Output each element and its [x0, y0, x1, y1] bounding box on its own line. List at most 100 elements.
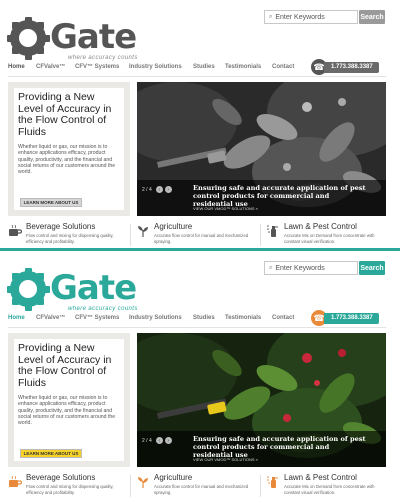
- feature-desc: Flow control and mixing for dispensing q…: [26, 484, 114, 495]
- gear-tooth: [42, 34, 50, 42]
- feature-desc: Flow control and mixing for dispensing q…: [26, 233, 114, 244]
- gear-tooth: [37, 272, 45, 280]
- feature-title: Beverage Solutions: [26, 473, 96, 482]
- feature-desc: Accurate flow control for manual and mec…: [154, 233, 249, 244]
- main-nav: Home CFValve™ CFV™ Systems Industry Solu…: [8, 315, 308, 325]
- hero-link[interactable]: VIEW OUR VMOD™ SOLUTIONS »: [193, 457, 258, 462]
- nav-item-contact[interactable]: Contact: [272, 315, 294, 321]
- nav-item-industry-solutions[interactable]: Industry Solutions: [129, 315, 182, 321]
- slide-controls: 2 / 4 ‹ ›: [142, 186, 172, 193]
- logo[interactable]: Gate where accuracy counts: [6, 263, 140, 313]
- gear-tooth: [11, 21, 19, 29]
- slide-indicator: 2 / 4: [142, 437, 152, 444]
- nav-item-cfvalve[interactable]: CFValve™: [36, 64, 65, 70]
- promo-panel: Providing a New Level of Accuracy in the…: [8, 333, 130, 467]
- page-version-color: Gate where accuracy counts ⌕ Enter Keywo…: [0, 251, 400, 500]
- phone-number[interactable]: ☎ 1.773.388.3387: [311, 59, 379, 75]
- nav-item-industry-solutions[interactable]: Industry Solutions: [129, 64, 182, 70]
- feature-divider: [260, 475, 261, 497]
- gear-tooth: [6, 285, 14, 293]
- search-icon: ⌕: [269, 264, 273, 271]
- spray-nozzle-icon: [266, 475, 280, 489]
- nav-item-cfv-systems[interactable]: CFV™ Systems: [75, 64, 119, 70]
- phone-number-text: 1.773.388.3387: [324, 312, 379, 324]
- sprout-icon: [136, 475, 150, 489]
- coffee-cup-icon: [8, 224, 23, 238]
- feature-lawn-pest[interactable]: Lawn & Pest Control Accurate Mix on Dema…: [266, 222, 386, 248]
- gear-tooth: [6, 34, 14, 42]
- hero-caption: 2 / 4 ‹ › Ensuring safe and accurate app…: [137, 431, 386, 467]
- slide-indicator: 2 / 4: [142, 186, 152, 193]
- search-button[interactable]: Search: [359, 10, 385, 24]
- feature-agriculture[interactable]: Agriculture Accurate flow control for ma…: [136, 222, 254, 248]
- hero-slider: 2 / 4 ‹ › Ensuring safe and accurate app…: [137, 333, 386, 467]
- chevron-right-icon[interactable]: ›: [164, 186, 172, 193]
- logo-tagline: where accuracy counts: [68, 306, 138, 312]
- gear-tooth: [37, 47, 45, 55]
- nav-divider: [8, 76, 386, 77]
- gear-tooth: [11, 298, 19, 306]
- feature-agriculture[interactable]: Agriculture Accurate flow control for ma…: [136, 473, 254, 499]
- gear-tooth: [37, 298, 45, 306]
- nav-item-home[interactable]: Home: [8, 64, 25, 70]
- nav-divider: [8, 327, 386, 328]
- gear-icon: [6, 267, 50, 311]
- promo-body: Whether liquid or gas, our mission is to…: [18, 144, 116, 176]
- gear-tooth: [11, 272, 19, 280]
- nav-item-testimonials[interactable]: Testimonials: [225, 64, 261, 70]
- chevron-left-icon[interactable]: ‹: [155, 437, 163, 444]
- gear-tooth: [24, 303, 32, 311]
- feature-divider: [260, 224, 261, 246]
- search-placeholder: Enter Keywords: [275, 13, 325, 21]
- gear-tooth: [42, 285, 50, 293]
- nav-item-studies[interactable]: Studies: [193, 315, 215, 321]
- learn-more-button[interactable]: LEARN MORE ABOUT US: [20, 449, 82, 458]
- hero-link[interactable]: VIEW OUR VMOD™ SOLUTIONS »: [193, 206, 258, 211]
- feature-beverage[interactable]: Beverage Solutions Flow control and mixi…: [8, 222, 126, 248]
- feature-row: Beverage Solutions Flow control and mixi…: [8, 473, 386, 499]
- promo-heading: Providing a New Level of Accuracy in the…: [18, 342, 112, 389]
- page-version-grayscale: Gate where accuracy counts ⌕ Enter Keywo…: [0, 0, 400, 249]
- logo-tagline: where accuracy counts: [68, 55, 138, 61]
- chevron-right-icon[interactable]: ›: [164, 437, 172, 444]
- feature-beverage[interactable]: Beverage Solutions Flow control and mixi…: [8, 473, 126, 499]
- feature-desc: Accurate Mix on Demand from concentrate …: [284, 233, 375, 244]
- phone-number[interactable]: ☎ 1.773.388.3387: [311, 310, 379, 326]
- search-input[interactable]: ⌕ Enter Keywords: [264, 261, 358, 275]
- feature-divider: [130, 475, 131, 497]
- promo-body: Whether liquid or gas, our mission is to…: [18, 395, 116, 427]
- feature-title: Lawn & Pest Control: [284, 222, 357, 231]
- feature-lawn-pest[interactable]: Lawn & Pest Control Accurate Mix on Dema…: [266, 473, 386, 499]
- feature-title: Agriculture: [154, 473, 193, 482]
- chevron-left-icon[interactable]: ‹: [155, 186, 163, 193]
- gear-tooth: [11, 47, 19, 55]
- feature-title: Lawn & Pest Control: [284, 473, 357, 482]
- feature-desc: Accurate Mix on Demand from concentrate …: [284, 484, 375, 495]
- nav-item-cfv-systems[interactable]: CFV™ Systems: [75, 315, 119, 321]
- hero-slider: 2 / 4 ‹ › Ensuring safe and accurate app…: [137, 82, 386, 216]
- search-placeholder: Enter Keywords: [275, 264, 325, 272]
- search-icon: ⌕: [269, 13, 273, 20]
- nav-item-studies[interactable]: Studies: [193, 64, 215, 70]
- main-nav: Home CFValve™ CFV™ Systems Industry Solu…: [8, 64, 308, 74]
- spray-nozzle-icon: [266, 224, 280, 238]
- nav-item-contact[interactable]: Contact: [272, 64, 294, 70]
- search-button[interactable]: Search: [359, 261, 385, 275]
- logo-wordmark: Gate: [50, 268, 137, 308]
- gear-icon: [6, 16, 50, 60]
- logo[interactable]: Gate where accuracy counts: [6, 12, 140, 62]
- coffee-cup-icon: [8, 475, 23, 489]
- gear-tooth: [37, 21, 45, 29]
- gear-tooth: [24, 267, 32, 275]
- feature-row: Beverage Solutions Flow control and mixi…: [8, 222, 386, 248]
- feature-divider: [130, 224, 131, 246]
- nav-item-testimonials[interactable]: Testimonials: [225, 315, 261, 321]
- search-input[interactable]: ⌕ Enter Keywords: [264, 10, 358, 24]
- nav-item-home[interactable]: Home: [8, 315, 25, 321]
- learn-more-button[interactable]: LEARN MORE ABOUT US: [20, 198, 82, 207]
- nav-item-cfvalve[interactable]: CFValve™: [36, 315, 65, 321]
- phone-number-text: 1.773.388.3387: [324, 61, 379, 73]
- promo-panel: Providing a New Level of Accuracy in the…: [8, 82, 130, 216]
- logo-wordmark: Gate: [50, 17, 137, 57]
- promo-heading: Providing a New Level of Accuracy in the…: [18, 91, 112, 138]
